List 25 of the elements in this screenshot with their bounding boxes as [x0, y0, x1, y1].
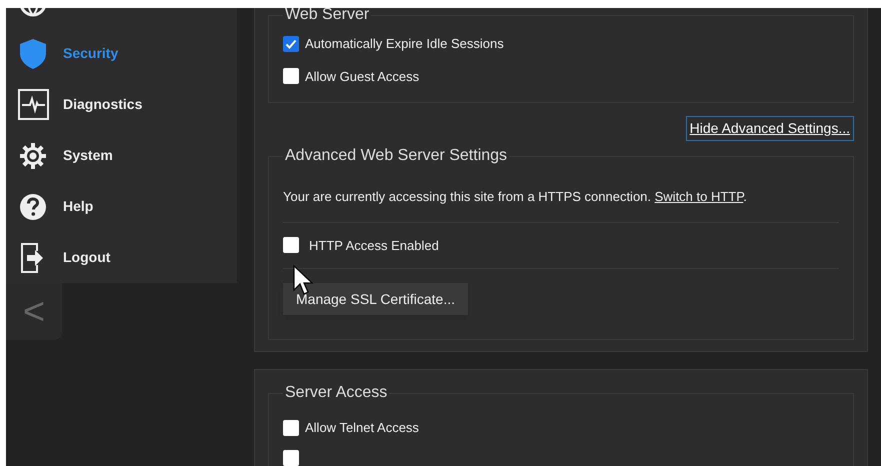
settings-icon: [19, 142, 47, 170]
checkbox[interactable]: [283, 68, 299, 84]
checkbox[interactable]: [283, 450, 299, 466]
checkbox-label: HTTP Access Enabled: [309, 236, 439, 254]
group-title: Server Access: [284, 384, 388, 402]
group-title: Advanced Web Server Settings: [284, 147, 508, 165]
logout-icon: [20, 242, 46, 274]
sidebar-item[interactable]: Diagnostics: [6, 79, 237, 130]
checkbox-label: Allow Telnet Access: [305, 419, 419, 437]
checkbox[interactable]: [283, 237, 299, 254]
connection-notice: Your are currently accessing this site from a HTTPS connection. Switch to HTTP.: [283, 187, 839, 222]
sidebar-item[interactable]: System: [6, 130, 237, 181]
hide-advanced-link[interactable]: Hide Advanced Settings...: [686, 116, 854, 141]
shield-icon: [19, 38, 47, 70]
help-icon: [19, 192, 47, 220]
sidebar-item[interactable]: Help: [6, 181, 237, 232]
sidebar-item[interactable]: Security: [6, 28, 237, 79]
switch-to-http-link[interactable]: Switch to HTTP: [654, 189, 744, 204]
checkbox[interactable]: [283, 36, 299, 52]
sidebar-item[interactable]: Logout: [6, 232, 237, 283]
checkbox-label: Automatically Expire Idle Sessions: [305, 35, 504, 53]
pulse-monitor-icon: [18, 89, 48, 120]
checkbox-label: Allow Guest Access: [305, 68, 420, 86]
checkbox[interactable]: [283, 420, 299, 436]
manage-ssl-button[interactable]: Manage SSL Certificate...: [283, 283, 468, 315]
